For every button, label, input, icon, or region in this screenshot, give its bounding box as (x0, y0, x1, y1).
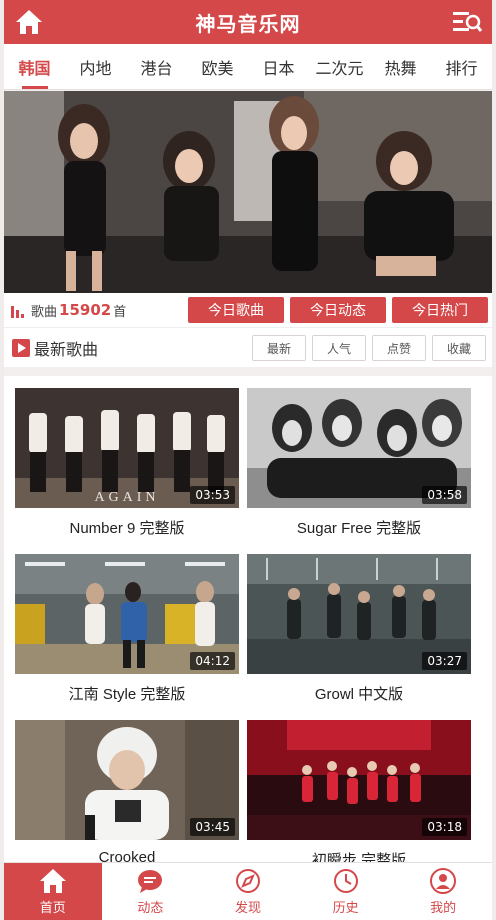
video-title[interactable]: Sugar Free 完整版 (247, 517, 471, 538)
latest-songs-header: 最新歌曲 最新 人气 点赞 收藏 (4, 327, 492, 367)
video-thumbnail[interactable]: 03:58 (247, 388, 471, 508)
video-duration: 03:18 (422, 818, 467, 836)
tab-anime[interactable]: 二次元 (309, 44, 370, 89)
nav-discover[interactable]: 发现 (199, 863, 297, 920)
video-card[interactable]: 03:18 初瞬步 完整版 (247, 720, 471, 866)
home-icon (39, 868, 66, 893)
sort-latest-button[interactable]: 最新 (252, 335, 306, 361)
song-count-suffix: 首 (113, 304, 127, 320)
section-title: 最新歌曲 (12, 336, 98, 360)
sort-likes-button[interactable]: 点赞 (372, 335, 426, 361)
sort-popular-button[interactable]: 人气 (312, 335, 366, 361)
today-hot-button[interactable]: 今日热门 (392, 297, 488, 323)
video-thumbnail[interactable]: 03:27 (247, 554, 471, 674)
today-buttons: 今日歌曲 今日动态 今日热门 (188, 297, 488, 323)
song-count: 歌曲 15902 首 (10, 301, 126, 320)
video-thumbnail[interactable]: 04:12 (15, 554, 239, 674)
category-tabs: 韩国 内地 港台 欧美 日本 二次元 热舞 排行 (4, 44, 492, 90)
today-songs-button[interactable]: 今日歌曲 (188, 297, 284, 323)
clock-icon (333, 868, 358, 893)
video-card[interactable]: AGAIN 03:53 Number 9 完整版 (15, 388, 239, 538)
video-grid: AGAIN 03:53 Number 9 完整版 03:58 Sugar Fre… (4, 376, 492, 866)
video-title[interactable]: 江南 Style 完整版 (15, 683, 239, 704)
tab-western[interactable]: 欧美 (187, 44, 248, 89)
nav-history-label: 历史 (332, 900, 359, 916)
video-thumbnail[interactable]: AGAIN 03:53 (15, 388, 239, 508)
nav-updates[interactable]: 动态 (102, 863, 200, 920)
chat-icon (138, 869, 163, 893)
app-title: 神马音乐网 (195, 11, 301, 36)
video-duration: 03:27 (422, 652, 467, 670)
song-count-value: 15902 (59, 301, 112, 319)
tab-japan[interactable]: 日本 (248, 44, 309, 89)
user-icon (430, 867, 457, 894)
video-title[interactable]: Growl 中文版 (247, 683, 471, 704)
video-duration: 04:12 (190, 652, 235, 670)
nav-updates-label: 动态 (137, 900, 164, 916)
song-count-prefix: 歌曲 (31, 304, 58, 320)
video-thumbnail[interactable]: 03:18 (247, 720, 471, 840)
video-duration: 03:45 (190, 818, 235, 836)
home-icon[interactable] (14, 8, 44, 36)
video-thumbnail[interactable]: 03:45 (15, 720, 239, 840)
play-icon (12, 338, 30, 357)
today-updates-button[interactable]: 今日动态 (290, 297, 386, 323)
video-title[interactable]: Number 9 完整版 (15, 517, 239, 538)
nav-discover-label: 发现 (234, 900, 261, 916)
compass-icon (235, 868, 260, 893)
sort-buttons: 最新 人气 点赞 收藏 (252, 335, 486, 361)
video-duration: 03:53 (190, 486, 235, 504)
tab-dance[interactable]: 热舞 (370, 44, 431, 89)
tab-korea[interactable]: 韩国 (4, 44, 65, 89)
thumb-text: AGAIN (94, 490, 159, 505)
nav-profile-label: 我的 (430, 900, 457, 916)
bar-chart-icon (11, 306, 24, 318)
nav-home-label: 首页 (39, 900, 66, 916)
video-card[interactable]: 03:58 Sugar Free 完整版 (247, 388, 471, 538)
video-card[interactable]: 03:45 Crooked (15, 720, 239, 866)
video-card[interactable]: 04:12 江南 Style 完整版 (15, 554, 239, 704)
nav-profile[interactable]: 我的 (394, 863, 492, 920)
bottom-nav: 首页 动态 发现 历史 我的 (4, 862, 492, 920)
video-duration: 03:58 (422, 486, 467, 504)
menu-search-icon[interactable] (452, 9, 482, 35)
tab-ranking[interactable]: 排行 (431, 44, 492, 89)
sort-favorites-button[interactable]: 收藏 (432, 335, 486, 361)
nav-history[interactable]: 历史 (297, 863, 395, 920)
stats-row: 歌曲 15902 首 今日歌曲 今日动态 今日热门 (4, 293, 492, 327)
section-title-text: 最新歌曲 (34, 339, 99, 359)
app-header: 神马音乐网 (4, 0, 492, 44)
app-frame: 神马音乐网 韩国 内地 港台 欧美 日本 二次元 热舞 排行 歌曲 15902 … (4, 0, 492, 920)
banner-image[interactable] (4, 91, 492, 293)
tab-hktw[interactable]: 港台 (126, 44, 187, 89)
nav-home[interactable]: 首页 (4, 863, 102, 920)
tab-mainland[interactable]: 内地 (65, 44, 126, 89)
video-card[interactable]: 03:27 Growl 中文版 (247, 554, 471, 704)
